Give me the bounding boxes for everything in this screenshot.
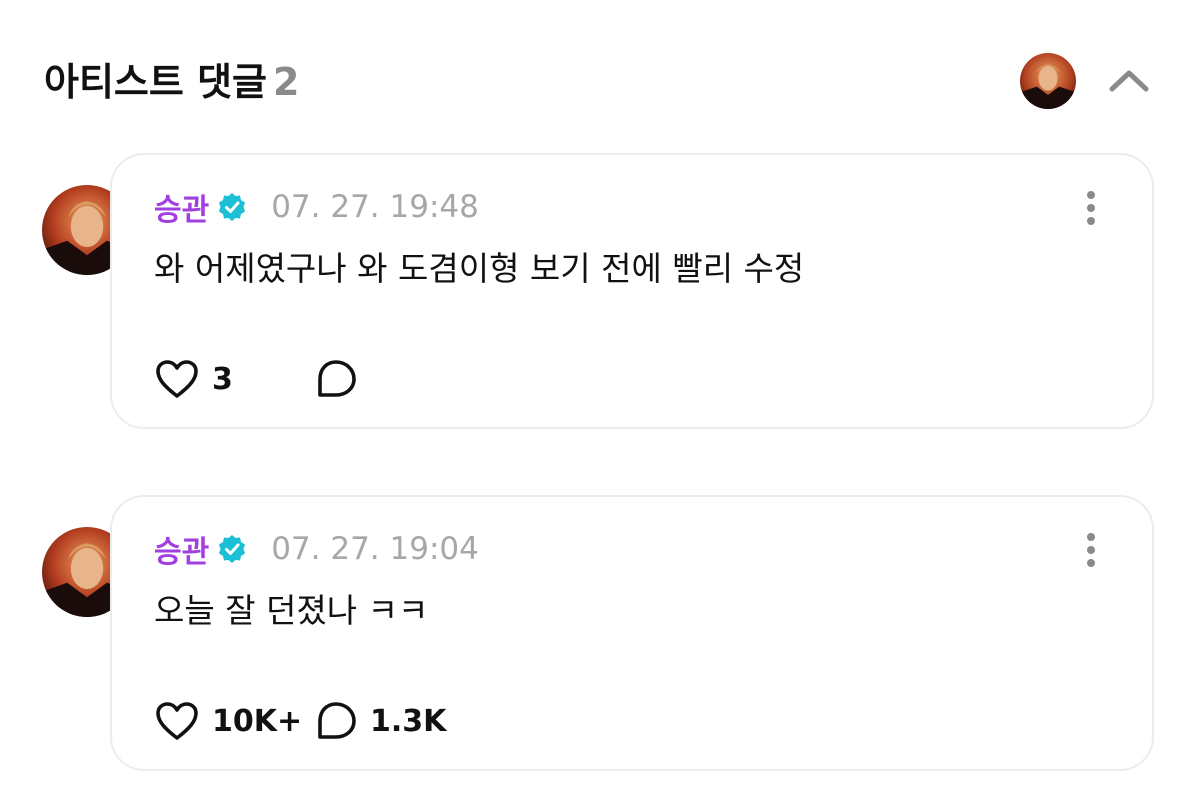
like-button[interactable]: 10K+	[154, 700, 314, 742]
comment-text: 와 어제였구나 와 도겸이형 보기 전에 빨리 수정	[154, 249, 805, 288]
heart-icon	[156, 360, 198, 398]
speech-bubble-icon	[318, 360, 356, 397]
reply-count: 1.3K	[370, 703, 447, 739]
reply-button[interactable]: 1.3K	[314, 700, 446, 742]
comment-timestamp: 07. 27. 19:04	[271, 531, 479, 567]
comment-text: 오늘 잘 던졌나 ㅋㅋ	[154, 591, 429, 630]
more-vertical-icon	[1087, 191, 1095, 225]
comment-meta: 승관 07. 27. 19:48	[154, 183, 479, 231]
collapse-button[interactable]	[1106, 62, 1152, 98]
more-options-button[interactable]	[1074, 527, 1108, 573]
comment-count: 2	[273, 60, 300, 104]
more-vertical-icon	[1087, 533, 1095, 567]
section-title: 아티스트 댓글 2	[44, 58, 299, 106]
chevron-up-icon	[1109, 70, 1149, 92]
comment-card: 승관 07. 27. 19:48 와 어제였구나 와 도겸이형 보기 전에 빨리…	[110, 153, 1154, 429]
heart-icon	[156, 702, 198, 740]
comment-timestamp: 07. 27. 19:48	[271, 189, 479, 225]
like-button[interactable]: 3	[154, 358, 314, 400]
comment-item: 승관 07. 27. 19:04 오늘 잘 던졌나 ㅋㅋ 10K+ 1.3K	[0, 495, 1200, 771]
reply-button[interactable]	[314, 358, 370, 400]
comment-actions: 10K+ 1.3K	[154, 697, 446, 745]
comment-card: 승관 07. 27. 19:04 오늘 잘 던졌나 ㅋㅋ 10K+ 1.3K	[110, 495, 1154, 771]
artist-comments-header: 아티스트 댓글 2	[0, 0, 1200, 150]
artist-avatar[interactable]	[1020, 53, 1076, 109]
verified-badge-icon	[217, 192, 247, 222]
comment-meta: 승관 07. 27. 19:04	[154, 525, 479, 573]
more-options-button[interactable]	[1074, 185, 1108, 231]
verified-badge-icon	[217, 534, 247, 564]
like-count: 10K+	[212, 703, 303, 739]
like-count: 3	[212, 361, 233, 397]
comment-actions: 3	[154, 355, 370, 403]
speech-bubble-icon	[318, 702, 356, 739]
section-title-label: 아티스트 댓글	[44, 60, 267, 104]
comment-author[interactable]: 승관	[154, 185, 209, 229]
comment-item: 승관 07. 27. 19:48 와 어제였구나 와 도겸이형 보기 전에 빨리…	[0, 153, 1200, 429]
comment-author[interactable]: 승관	[154, 527, 209, 571]
